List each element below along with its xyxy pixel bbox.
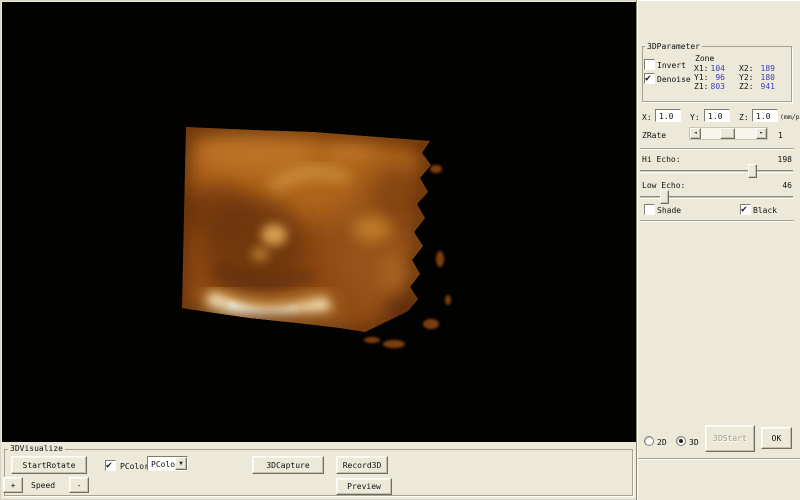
shade-label: Shade (657, 206, 681, 215)
ok-button[interactable]: OK (761, 427, 792, 449)
hi-echo-slider[interactable] (640, 164, 793, 179)
pcolor-checkbox[interactable]: ✔ (105, 460, 116, 471)
speed-plus-button[interactable]: + (3, 477, 23, 493)
mode-3d-radio[interactable] (676, 436, 686, 446)
hi-echo-label: Hi Echo: (642, 155, 681, 164)
mode-2d-label: 2D (657, 438, 667, 447)
pcolor-checkbox-label: PColor (120, 462, 149, 471)
parameter-panel: 3DParameter ✔ Invert ✔ Denoise Zone X1: … (637, 0, 800, 500)
3dcapture-button[interactable]: 3DCapture (252, 456, 324, 474)
separator (640, 220, 794, 221)
separator (640, 148, 794, 149)
hi-echo-thumb[interactable] (748, 164, 757, 178)
zone-z2-value: 941 (751, 82, 775, 91)
visualize-group-title: 3DVisualize (8, 444, 65, 453)
record3d-button[interactable]: Record3D (336, 456, 388, 474)
black-checkbox[interactable]: ✔ (740, 204, 751, 215)
pcolor-dropdown[interactable]: PColor ▼ (147, 456, 188, 471)
denoise-checkbox[interactable]: ✔ (644, 73, 655, 84)
low-echo-slider[interactable] (640, 190, 793, 205)
x-scale-input[interactable] (655, 109, 681, 122)
ultrasound-render (2, 2, 636, 442)
z-scale-input[interactable] (752, 109, 778, 122)
denoise-label: Denoise (657, 75, 691, 84)
x-scale-label: X: (642, 113, 652, 122)
scale-unit-label: (mm/p) (780, 113, 800, 122)
zone-y1-value: 96 (703, 73, 725, 82)
y-scale-label: Y: (690, 113, 700, 122)
render-viewport[interactable] (2, 2, 636, 442)
zone-y2-value: 180 (751, 73, 775, 82)
invert-label: Invert (657, 61, 686, 70)
low-echo-value: 46 (764, 181, 792, 190)
mode-3d-label: 3D (689, 438, 699, 447)
hi-echo-track[interactable] (640, 170, 793, 172)
3dstart-button[interactable]: 3DStart (705, 425, 755, 452)
y-scale-input[interactable] (704, 109, 730, 122)
zrate-scrollbar[interactable]: ◄ ► (689, 127, 768, 140)
invert-checkbox[interactable]: ✔ (644, 59, 655, 70)
scroll-right-icon[interactable]: ► (756, 128, 767, 139)
zone-x1-value: 104 (703, 64, 725, 73)
black-label: Black (753, 206, 777, 215)
scroll-left-icon[interactable]: ◄ (690, 128, 701, 139)
low-echo-label: Low Echo: (642, 181, 685, 190)
low-echo-thumb[interactable] (660, 190, 669, 204)
zone-x2-value: 189 (751, 64, 775, 73)
zrate-scrollbar-thumb[interactable] (720, 128, 735, 139)
zrate-value: 1 (778, 131, 783, 140)
check-icon: ✔ (645, 73, 651, 84)
preview-button[interactable]: Preview (336, 478, 392, 495)
mode-2d-radio[interactable] (644, 436, 654, 446)
start-rotate-button[interactable]: StartRotate (11, 456, 87, 474)
separator (638, 458, 800, 459)
zone-label: Zone (695, 54, 714, 63)
zone-z1-value: 803 (703, 82, 725, 91)
parameter-group-title: 3DParameter (645, 42, 702, 51)
z-scale-label: Z: (739, 113, 749, 122)
check-icon: ✔ (741, 204, 747, 215)
shade-checkbox[interactable]: ✔ (644, 204, 655, 215)
speed-minus-button[interactable]: - (69, 477, 89, 493)
chevron-down-icon[interactable]: ▼ (175, 457, 187, 470)
speed-label: Speed (31, 481, 55, 490)
check-icon: ✔ (106, 460, 112, 471)
hi-echo-value: 198 (764, 155, 792, 164)
application-window: 3DParameter ✔ Invert ✔ Denoise Zone X1: … (0, 0, 800, 500)
zrate-label: ZRate (642, 131, 666, 140)
